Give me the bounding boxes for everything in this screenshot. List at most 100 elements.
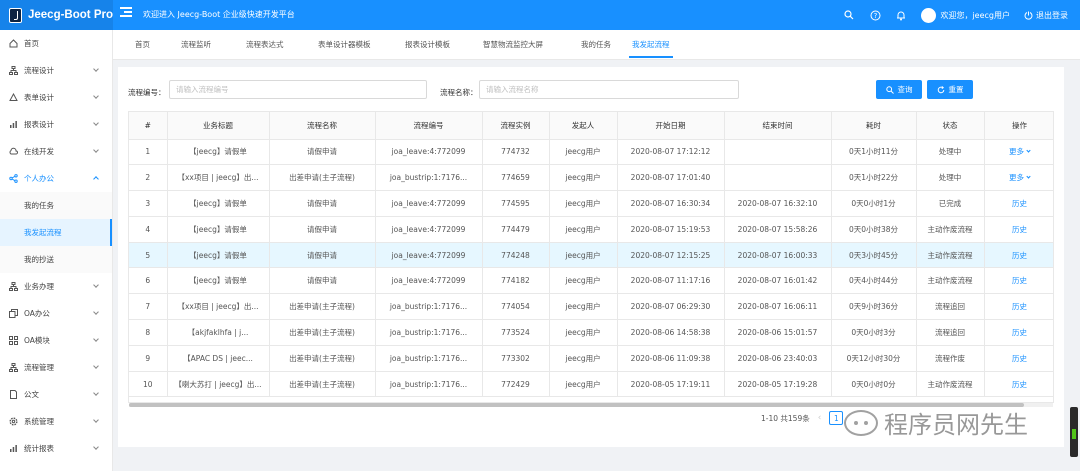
column-header: 状态 [916,112,985,140]
table-cell: jeecg用户 [549,293,618,321]
sidebar-item-home[interactable]: 首页 [0,30,112,57]
sidebar-item-flow-manage[interactable]: 流程管理 [0,354,112,381]
logout-icon [1024,11,1033,20]
table-cell: 774595 [482,190,550,217]
help-icon[interactable]: ? [869,9,881,21]
chevron-down-icon [93,282,99,288]
tab-home[interactable]: 首页 [135,30,150,60]
table-row[interactable]: 6 【jeecg】请假单 请假申请 joa_leave:4:772099 774182 j… [129,267,1053,295]
column-header: 结束时间 [724,112,832,140]
table-row[interactable]: 3 【jeecg】请假单 请假申请 joa_leave:4:772099 774595 j… [129,190,1053,217]
row-action-link[interactable]: 历史 [984,293,1053,321]
action-label: 历史 [1012,353,1027,363]
tab-flow-listener[interactable]: 流程监听 [181,30,211,60]
sidebar-item-system[interactable]: 系统管理 [0,408,112,435]
table-cell: 774054 [482,293,550,321]
user-menu[interactable]: 欢迎您，jeecg用户 [921,7,1010,23]
chevron-down-icon [93,390,99,396]
sidebar-item-flow-design[interactable]: 流程设计 [0,57,112,84]
table-row[interactable]: 1 【jeecg】请假单 请假申请 joa_leave:4:772099 774732 j… [129,139,1053,166]
tab-form-template[interactable]: 表单设计器模板 [318,30,371,60]
tab-my-tasks[interactable]: 我的任务 [581,30,611,60]
sidebar-item-oa-module[interactable]: OA模块 [0,327,112,354]
table-cell: 流程追回 [916,319,985,346]
row-action-link[interactable]: 更多 [984,164,1053,192]
table-row[interactable]: 7 【xx项目 | jeecg】出... 出差申请(主子流程) joa_bustrip… [129,293,1053,321]
table-cell: 2 [129,164,168,192]
search-icon[interactable] [843,9,855,21]
flow-name-input[interactable] [479,80,739,99]
sidebar-item-documents[interactable]: 公文 [0,381,112,408]
sidebar-item-my-started-flows[interactable]: 我发起流程 [0,219,112,246]
table-cell: joa_bustrip:1:7176... [375,371,483,398]
chevron-down-icon [93,444,99,450]
share-icon [9,174,18,183]
reset-button[interactable]: 重置 [927,80,973,99]
flow-code-input[interactable] [169,80,427,99]
table-row[interactable]: 8 【akjfaklhfa | j... 出差申请(主子流程) joa_bustrip… [129,319,1053,346]
action-label: 历史 [1012,276,1027,286]
sidebar-item-label: 流程管理 [24,363,54,372]
svg-text:?: ? [874,12,878,20]
table-cell: 2020-08-06 23:40:03 [724,345,832,372]
bell-icon[interactable] [895,9,907,21]
tab-my-started-flows[interactable]: 我发起流程 [629,30,672,60]
tab-logistics-screen[interactable]: 智慧物流监控大屏 [483,30,543,60]
menu-fold-icon[interactable] [120,7,132,19]
table-cell: 2020-08-07 12:15:25 [617,242,725,269]
table-cell: 【jeecg】请假单 [167,267,270,295]
logout-button[interactable]: 退出登录 [1024,10,1068,21]
row-action-link[interactable]: 历史 [984,216,1053,243]
sidebar-item-label: 首页 [24,39,39,48]
app-logo[interactable]: Jeecg-Boot Pro [0,0,113,30]
pagination: 1-10 共159条 ‹ 1 [761,411,844,425]
row-action-link[interactable]: 历史 [984,242,1053,269]
table-cell: 774248 [482,242,550,269]
sidebar-item-my-cc[interactable]: 我的抄送 [0,246,112,273]
row-action-link[interactable]: 历史 [984,371,1053,398]
table-cell: 出差申请(主子流程) [269,319,376,346]
sidebar-item-oa-office[interactable]: OA办公 [0,300,112,327]
row-action-link[interactable]: 更多 [984,139,1053,166]
row-action-link[interactable]: 历史 [984,345,1053,372]
avatar [921,7,937,23]
table-cell: joa_leave:4:772099 [375,216,483,243]
row-action-link[interactable]: 历史 [984,267,1053,295]
search-button[interactable]: 查询 [876,80,922,99]
tab-flow-expression[interactable]: 流程表达式 [246,30,284,60]
table-cell: 2020-08-07 15:19:53 [617,216,725,243]
table-cell: 【jeecg】请假单 [167,216,270,243]
sidebar-item-business[interactable]: 业务办理 [0,273,112,300]
row-action-link[interactable]: 历史 [984,319,1053,346]
tab-report-template[interactable]: 报表设计模板 [405,30,450,60]
sidebar-item-form-design[interactable]: 表单设计 [0,84,112,111]
prev-page-icon[interactable]: ‹ [818,413,822,423]
table-header-row: # 业务标题 流程名称 流程编号 流程实例 发起人 开始日期 结束时间 耗时 状… [129,112,1053,140]
table-cell: 772429 [482,371,550,398]
sidebar-item-statistics[interactable]: 统计报表 [0,435,112,462]
page-number[interactable]: 1 [829,411,844,425]
table-cell: 773524 [482,319,550,346]
table-row[interactable]: 4 【jeecg】请假单 请假申请 joa_leave:4:772099 774479 j… [129,216,1053,243]
sidebar-item-personal-office[interactable]: 个人办公 [0,165,112,192]
sidebar-item-report-design[interactable]: 报表设计 [0,111,112,138]
table-cell: 8 [129,319,168,346]
table-cell: 2020-08-07 17:12:12 [617,139,725,166]
sidebar-item-label: 系统管理 [24,417,54,426]
table-cell: 9 [129,345,168,372]
sidebar-item-online-dev[interactable]: 在线开发 [0,138,112,165]
table-cell: 3 [129,190,168,217]
table-row[interactable]: 2 【xx项目 | jeecg】出... 出差申请(主子流程) joa_bustrip… [129,164,1053,192]
sidebar-item-my-tasks[interactable]: 我的任务 [0,192,112,219]
table-row[interactable]: 5 【jeecg】请假单 请假申请 joa_leave:4:772099 774248 j… [129,242,1053,269]
table-cell: 0天4小时44分 [831,267,917,295]
table-cell: 【APAC DS | jeec... [167,345,270,372]
table-cell: 2020-08-07 16:01:42 [724,267,832,295]
sidebar-item-label: 业务办理 [24,282,54,291]
column-header: 流程名称 [269,112,376,140]
table-row[interactable]: 9 【APAC DS | jeec... 出差申请(主子流程) joa_bustrip… [129,345,1053,372]
row-action-link[interactable]: 历史 [984,190,1053,217]
chevron-down-icon [93,309,99,315]
table-cell: 2020-08-05 17:19:11 [617,371,725,398]
table-row[interactable]: 10 【喇大苏打 | jeecg】出... 出差申请(主子流程) joa_bustri… [129,371,1053,398]
